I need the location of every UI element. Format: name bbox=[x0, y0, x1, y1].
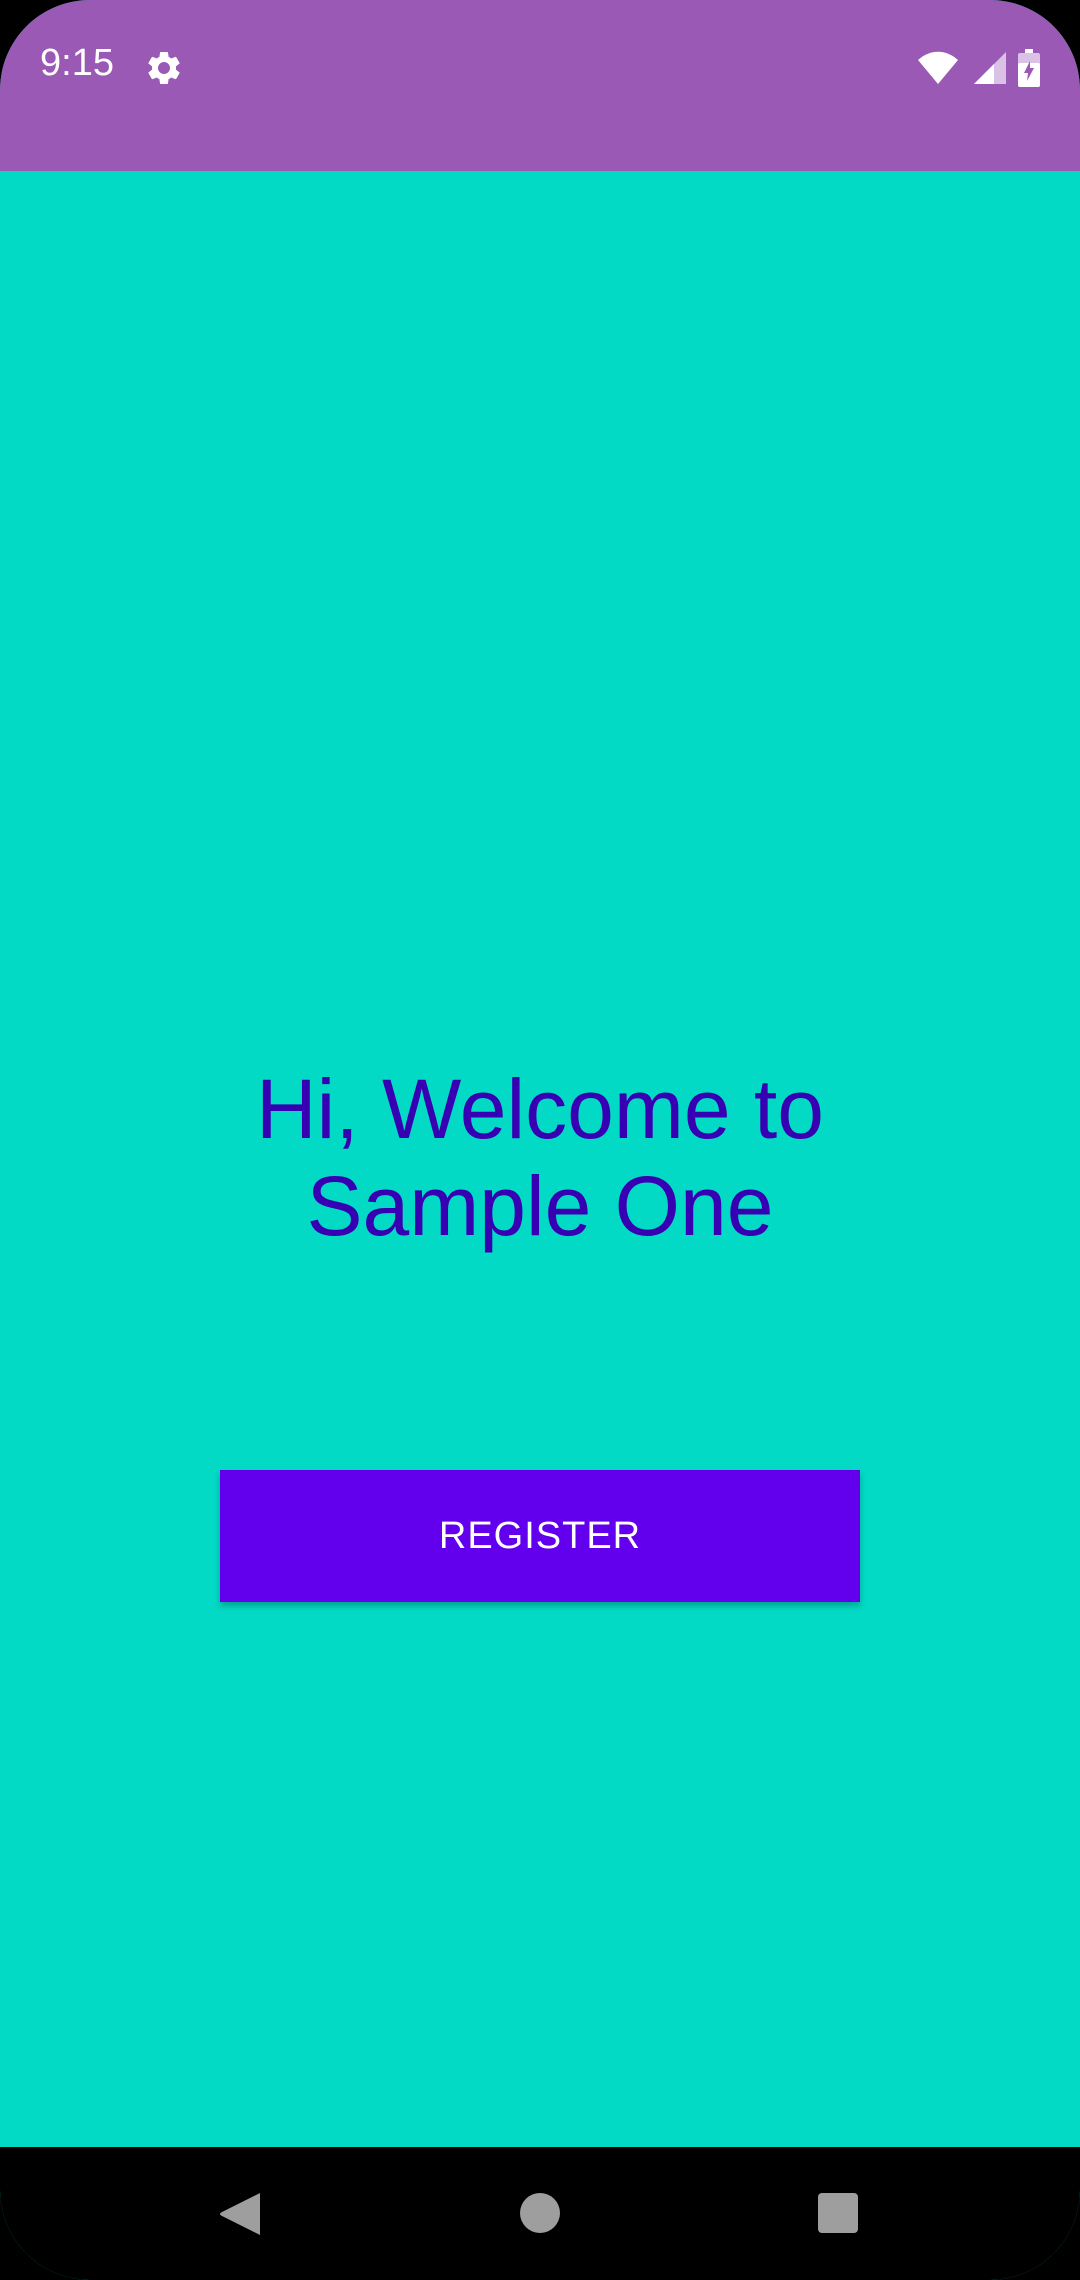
status-bar: 9:15 bbox=[0, 0, 1080, 171]
gear-icon bbox=[148, 51, 180, 84]
welcome-line-1: Hi, Welcome to bbox=[256, 1062, 824, 1156]
back-icon[interactable] bbox=[218, 2191, 262, 2237]
status-icons bbox=[916, 48, 1040, 88]
battery-charging-icon bbox=[1018, 49, 1040, 87]
register-button[interactable]: REGISTER bbox=[220, 1470, 860, 1602]
signal-icon bbox=[974, 52, 1006, 84]
navigation-bar bbox=[0, 2147, 1080, 2280]
main-content: Hi, Welcome to Sample One bbox=[0, 171, 1080, 2147]
recents-icon[interactable] bbox=[818, 2193, 858, 2233]
welcome-text: Hi, Welcome to Sample One bbox=[0, 1061, 1080, 1255]
status-time: 9:15 bbox=[40, 42, 114, 84]
welcome-line-2: Sample One bbox=[306, 1159, 774, 1253]
device-screen: 9:15 Hi, Welcome to Sample One REGISTER bbox=[0, 0, 1080, 2280]
home-icon[interactable] bbox=[520, 2193, 560, 2233]
wifi-icon bbox=[918, 51, 958, 84]
